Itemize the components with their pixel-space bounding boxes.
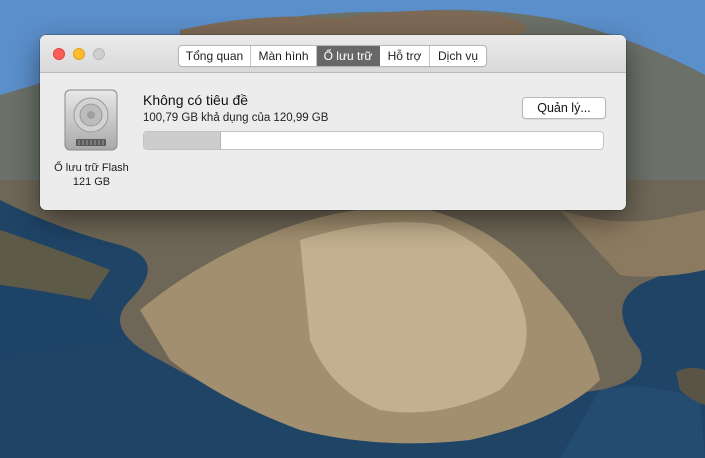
close-icon[interactable] bbox=[53, 48, 65, 60]
tab-bar: Tổng quan Màn hình Ổ lưu trữ Hỗ trợ Dịch… bbox=[178, 45, 487, 67]
window-titlebar[interactable]: Tổng quan Màn hình Ổ lưu trữ Hỗ trợ Dịch… bbox=[40, 35, 626, 73]
tab-storage[interactable]: Ổ lưu trữ bbox=[317, 46, 380, 66]
hard-drive-icon bbox=[64, 89, 118, 151]
storage-used-segment bbox=[144, 132, 221, 149]
volume-space-text: 100,79 GB khả dụng của 120,99 GB bbox=[143, 112, 329, 124]
tab-overview[interactable]: Tổng quan bbox=[179, 46, 251, 66]
tab-service[interactable]: Dịch vụ bbox=[430, 46, 486, 66]
storage-panel: Ổ lưu trữ Flash 121 GB Không có tiêu đề … bbox=[40, 73, 626, 210]
about-this-mac-window: Tổng quan Màn hình Ổ lưu trữ Hỗ trợ Dịch… bbox=[40, 35, 626, 210]
volume-name: Không có tiêu đề bbox=[143, 92, 249, 108]
manage-button[interactable]: Quản lý... bbox=[522, 97, 606, 119]
drive-label: Ổ lưu trữ Flash 121 GB bbox=[40, 161, 143, 189]
drive-size: 121 GB bbox=[72, 176, 111, 188]
tab-support[interactable]: Hỗ trợ bbox=[380, 46, 430, 66]
tab-displays[interactable]: Màn hình bbox=[251, 46, 317, 66]
minimize-icon[interactable] bbox=[73, 48, 85, 60]
storage-usage-bar bbox=[143, 131, 604, 150]
zoom-icon[interactable] bbox=[93, 48, 105, 60]
drive-name: Ổ lưu trữ Flash bbox=[54, 162, 129, 174]
